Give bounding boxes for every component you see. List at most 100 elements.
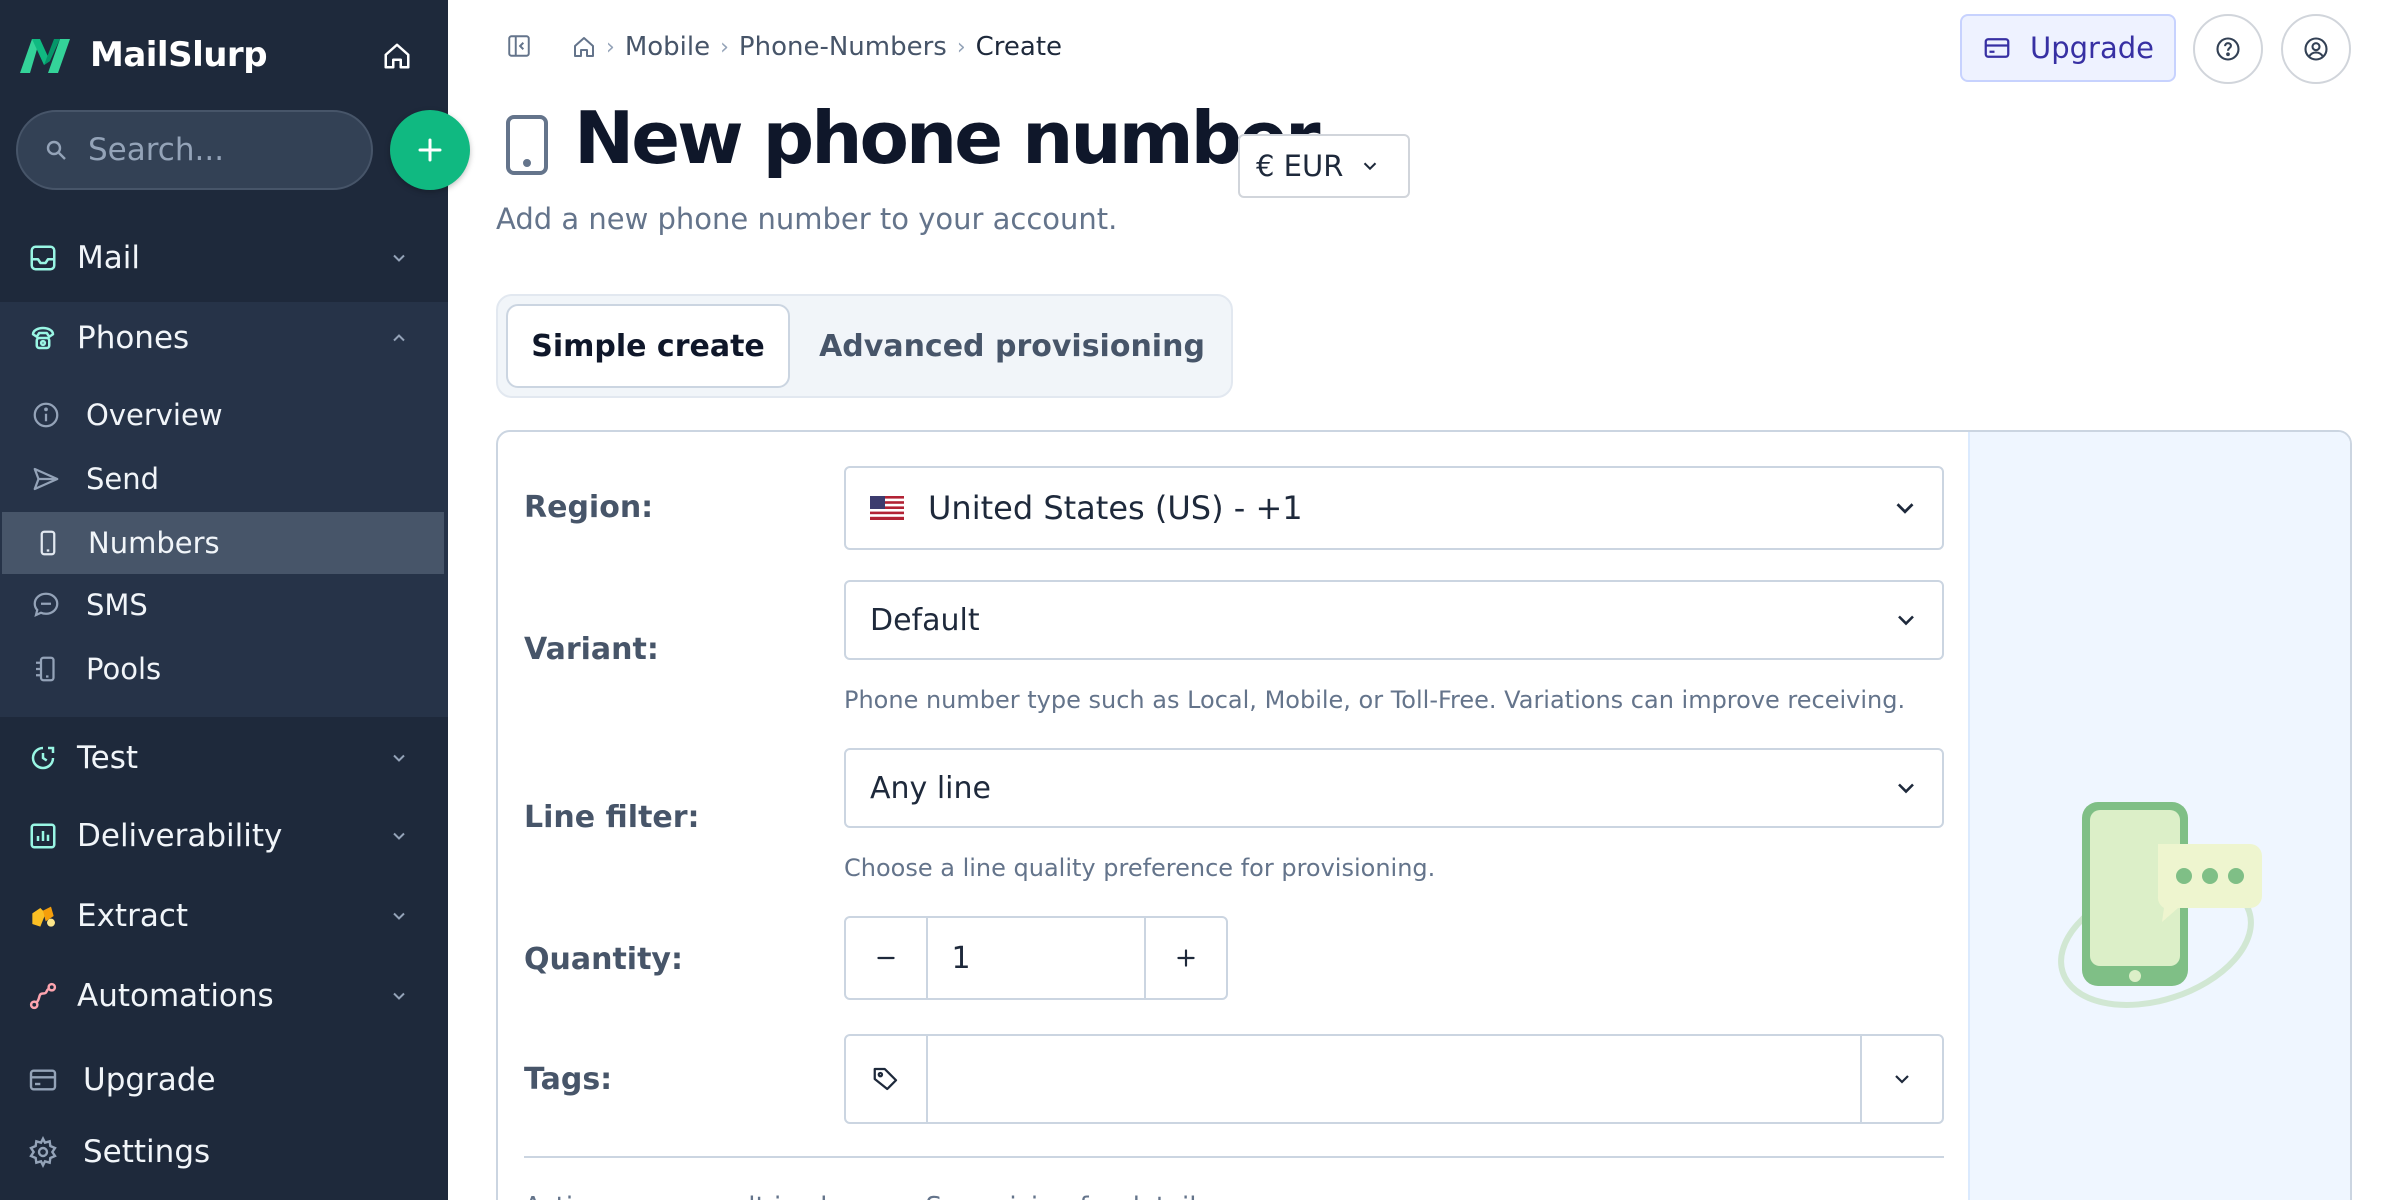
sidebar-item-sms[interactable]: SMS (0, 574, 448, 636)
breadcrumb-phone-numbers[interactable]: Phone-Numbers (739, 32, 947, 62)
chevron-down-icon (1892, 606, 1920, 634)
chat-icon (30, 589, 62, 621)
region-label: Region: (524, 490, 654, 525)
nav-mail[interactable]: Mail (0, 228, 448, 288)
sidebar-collapse-icon[interactable] (503, 30, 535, 62)
search-icon (44, 138, 68, 162)
region-select[interactable]: United States (US) - +1 (844, 466, 1944, 550)
sidebar-item-label: Numbers (88, 526, 220, 560)
line-filter-select[interactable]: Any line (844, 748, 1944, 828)
upgrade-button-label: Upgrade (2030, 31, 2154, 65)
variant-value: Default (870, 602, 980, 638)
breadcrumb-mobile[interactable]: Mobile (625, 32, 710, 62)
line-filter-help-text: Choose a line quality preference for pro… (844, 854, 1436, 882)
search-input[interactable] (88, 132, 358, 168)
tags-label: Tags: (524, 1062, 613, 1097)
pool-icon (30, 653, 62, 685)
nav-automations-label: Automations (77, 978, 274, 1014)
chevron-down-icon (386, 745, 412, 771)
sidebar-item-label: Pools (86, 652, 162, 686)
phones-group: Phones Overview Send Numbers SMS Pools (0, 302, 448, 717)
increment-button[interactable] (1146, 918, 1226, 998)
nav-upgrade[interactable]: Upgrade (0, 1050, 448, 1110)
phone-chat-illustration (2058, 802, 2262, 1008)
nav-deliverability-label: Deliverability (77, 818, 283, 854)
nav-phones[interactable]: Phones (0, 308, 448, 368)
nav-settings[interactable]: Settings (0, 1122, 448, 1182)
sidebar-item-numbers[interactable]: Numbers (2, 512, 444, 574)
credit-card-icon (26, 1063, 60, 1097)
quantity-label: Quantity: (524, 942, 683, 977)
create-form-card: Region: United States (US) - +1 Variant:… (496, 430, 2352, 1200)
sidebar-item-label: Overview (86, 398, 223, 432)
chevron-down-icon (386, 903, 412, 929)
breadcrumb-create: Create (975, 32, 1063, 62)
variant-select[interactable]: Default (844, 580, 1944, 660)
home-icon[interactable] (376, 38, 418, 74)
nav-phones-label: Phones (77, 320, 190, 356)
phone-icon (505, 114, 549, 176)
automation-flow-icon (26, 979, 60, 1013)
line-filter-label: Line filter: (524, 800, 700, 835)
credit-card-icon (1982, 33, 2012, 63)
currency-value: € EUR (1256, 149, 1344, 183)
breadcrumb: › Mobile › Phone-Numbers › Create (572, 28, 1062, 66)
tag-icon (846, 1036, 928, 1122)
chevron-down-icon (386, 245, 412, 271)
nav-automations[interactable]: Automations (0, 966, 448, 1026)
tab-advanced-provisioning[interactable]: Advanced provisioning (798, 304, 1226, 388)
account-button[interactable] (2281, 14, 2351, 84)
decrement-button[interactable] (846, 918, 926, 998)
quantity-input[interactable]: 1 (925, 918, 1147, 998)
divider (524, 1156, 1944, 1158)
home-icon[interactable] (572, 35, 596, 59)
sidebar: MailSlurp Mail Phones (0, 0, 470, 1200)
info-icon (30, 399, 62, 431)
nav-extract[interactable]: Extract (0, 886, 448, 946)
sidebar-item-label: SMS (86, 588, 148, 622)
extract-icon (26, 899, 60, 933)
nav-test-label: Test (77, 740, 139, 776)
help-button[interactable] (2193, 14, 2263, 84)
variant-label: Variant: (524, 632, 659, 667)
chevron-down-icon (386, 823, 412, 849)
app-name: MailSlurp (90, 35, 268, 75)
upgrade-button[interactable]: Upgrade (1960, 14, 2176, 82)
us-flag-icon (870, 496, 904, 520)
sidebar-item-pools[interactable]: Pools (0, 638, 448, 700)
chevron-down-icon (386, 983, 412, 1009)
nav-test[interactable]: Test (0, 728, 448, 788)
phone-call-icon (26, 321, 60, 355)
sidebar-item-label: Send (86, 462, 160, 496)
plus-icon (1173, 945, 1199, 971)
test-clock-icon (26, 741, 60, 775)
create-mode-tabs: Simple create Advanced provisioning (496, 294, 1233, 398)
tab-simple-create[interactable]: Simple create (506, 304, 790, 388)
tags-field (844, 1034, 1944, 1124)
page-title: New phone number (574, 96, 1321, 180)
tags-input[interactable] (928, 1036, 1860, 1122)
sidebar-item-overview[interactable]: Overview (0, 384, 448, 446)
tags-dropdown-button[interactable] (1860, 1036, 1942, 1122)
send-icon (30, 463, 62, 495)
inbox-icon (26, 241, 60, 275)
chevron-right-icon: › (606, 34, 615, 60)
chevron-right-icon: › (956, 34, 966, 60)
chevron-up-icon (386, 325, 412, 351)
create-new-button[interactable] (390, 110, 470, 190)
user-icon (2302, 35, 2330, 63)
nav-settings-label: Settings (83, 1134, 211, 1170)
nav-upgrade-label: Upgrade (83, 1062, 216, 1098)
search-box[interactable] (16, 110, 373, 190)
help-icon (2214, 35, 2242, 63)
sidebar-item-send[interactable]: Send (0, 448, 448, 510)
nav-deliverability[interactable]: Deliverability (0, 806, 448, 866)
bar-chart-icon (26, 819, 60, 853)
variant-help-text: Phone number type such as Local, Mobile,… (844, 686, 1906, 714)
mailslurp-logo-icon (18, 34, 74, 76)
app-logo[interactable]: MailSlurp (18, 34, 268, 76)
currency-select[interactable]: € EUR (1238, 134, 1410, 198)
nav-mail-label: Mail (77, 240, 140, 276)
quantity-stepper: 1 (844, 916, 1228, 1000)
gear-icon (26, 1135, 60, 1169)
